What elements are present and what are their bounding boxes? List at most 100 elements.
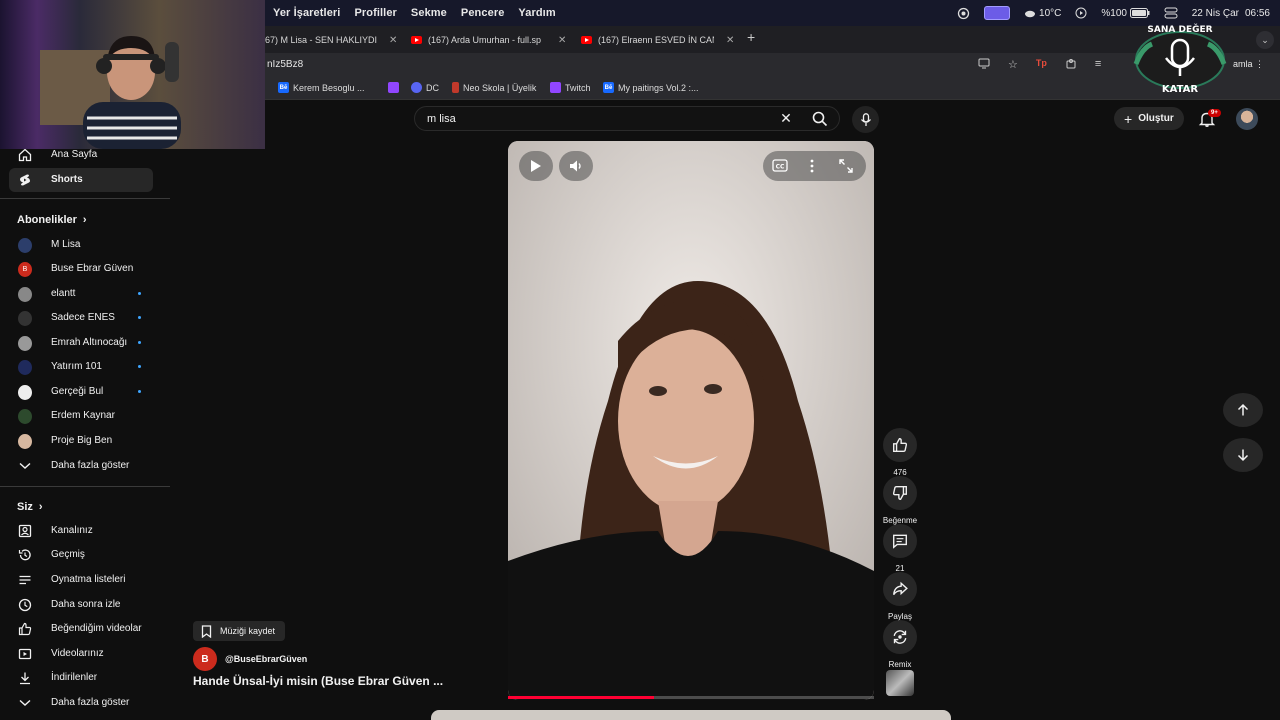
bookmark-twitch-unnamed[interactable] (388, 82, 399, 93)
menu-profiles[interactable]: Profiller (354, 7, 396, 19)
sidebar-item-label: Oynatma listeleri (51, 574, 126, 585)
clear-search-icon[interactable]: ✕ (771, 110, 801, 127)
like-action[interactable]: 476 (880, 428, 920, 477)
sidebar-item-label: Videolarınız (51, 648, 104, 659)
battery-widget[interactable]: %100 (1101, 8, 1150, 19)
tab-search-chevron-icon[interactable]: ⌄ (1256, 31, 1274, 49)
sidebar-item-your-channel[interactable]: Kanalınız (9, 519, 153, 543)
comments-button[interactable] (883, 524, 917, 558)
menu-help[interactable]: Yardım (518, 7, 555, 19)
bookmark-twitch[interactable]: Twitch (550, 82, 591, 93)
previous-short-button[interactable] (1223, 393, 1263, 427)
play-icon[interactable] (1075, 7, 1087, 19)
extension-tp-icon[interactable]: Tp (1036, 58, 1047, 73)
short-channel[interactable]: B @BuseEbrarGüven (193, 647, 307, 671)
remix-button[interactable] (883, 620, 917, 654)
sidebar-show-more-you[interactable]: Daha fazla göster (9, 691, 153, 715)
close-tab-icon[interactable]: ✕ (389, 35, 397, 46)
sidebar-item-subscription[interactable]: elantt (9, 282, 153, 306)
sidebar-item-history[interactable]: Geçmiş (9, 543, 153, 567)
sidebar-item-subscription[interactable]: B Buse Ebrar Güven (9, 257, 153, 281)
tab-arda-umurhan[interactable]: (167) Arda Umurhan - full.sp ✕ (411, 30, 573, 50)
sidebar-item-downloads[interactable]: İndirilenler (9, 666, 153, 690)
you-heading[interactable]: Siz › (17, 501, 43, 513)
menu-tab[interactable]: Sekme (411, 7, 447, 19)
next-short-preview[interactable] (431, 710, 951, 720)
comments-action[interactable]: 21 (880, 524, 920, 573)
sidebar-item-subscription[interactable]: Proje Big Ben (9, 429, 153, 453)
bookmark-kerem-besoglu[interactable]: Bē Kerem Besoglu ... (278, 82, 365, 93)
cast-icon[interactable] (978, 58, 990, 73)
menu-window[interactable]: Pencere (461, 7, 505, 19)
dislike-action[interactable]: Beğenme (880, 476, 920, 525)
save-music-button[interactable]: Müziği kaydet (193, 621, 286, 641)
weather-temp: 10°C (1039, 7, 1062, 19)
bookmark-dc[interactable]: DC (411, 82, 439, 93)
weather-widget[interactable]: 10°C (1024, 8, 1061, 19)
focus-icon[interactable] (957, 7, 970, 20)
youtube-favicon-icon (581, 36, 592, 44)
search-button[interactable] (801, 107, 839, 130)
sidebar-item-subscription[interactable]: Gerçeği Bul (9, 380, 153, 404)
tab-m-lisa[interactable]: 67) M Lisa - SEN HAKLIYDI ✕ (265, 30, 401, 50)
tab-elraenn[interactable]: (167) Elraenn ESVED İN CAN ✕ (581, 30, 737, 50)
next-short-button[interactable] (1223, 438, 1263, 472)
input-source-icon[interactable] (984, 6, 1011, 20)
remix-action[interactable]: Remix (880, 620, 920, 669)
clock-date[interactable]: 22 Nis Çar (1192, 8, 1239, 19)
chevron-right-icon: › (38, 501, 43, 513)
sidebar-item-subscription[interactable]: Emrah Altınocağı (9, 331, 153, 355)
channel-handle[interactable]: @BuseEbrarGüven (225, 654, 307, 664)
share-button[interactable] (883, 572, 917, 606)
sidebar-item-shorts[interactable]: Shorts (9, 168, 153, 192)
shorts-video-player[interactable] (508, 141, 874, 700)
sidebar-item-your-videos[interactable]: Videolarınız (9, 642, 153, 666)
channel-avatar (18, 237, 32, 253)
sidebar-item-subscription[interactable]: Yatırım 101 (9, 355, 153, 379)
mute-button[interactable] (559, 151, 593, 181)
more-options-icon[interactable] (810, 159, 814, 176)
channel-avatar (18, 433, 32, 449)
search-input[interactable]: m lisa (427, 113, 771, 125)
sound-thumbnail[interactable] (886, 670, 914, 696)
close-tab-icon[interactable]: ✕ (558, 35, 566, 46)
like-button[interactable] (883, 428, 917, 462)
subscriptions-heading[interactable]: Abonelikler › (17, 214, 87, 226)
channel-avatar[interactable]: B (193, 647, 217, 671)
playlist-icon (18, 573, 32, 587)
sidebar-item-watch-later[interactable]: Daha sonra izle (9, 593, 153, 617)
url-text[interactable]: nIz5Bz8 (267, 59, 303, 70)
play-button[interactable] (519, 151, 553, 181)
close-tab-icon[interactable]: ✕ (726, 35, 734, 46)
shorts-icon (18, 173, 32, 187)
save-music-label: Müziği kaydet (220, 626, 276, 636)
account-avatar[interactable] (1236, 108, 1258, 130)
bookmark-my-paitings[interactable]: Bē My paitings Vol.2 :... (603, 82, 699, 93)
create-button[interactable]: + Oluştur (1114, 107, 1184, 130)
sidebar-show-more[interactable]: Daha fazla göster (9, 454, 153, 478)
sidebar-item-subscription[interactable]: Erdem Kaynar (9, 404, 153, 428)
microphone-icon (860, 112, 871, 126)
short-title[interactable]: Hande Ünsal-İyi misin (Buse Ebrar Güven … (193, 674, 443, 688)
sidebar-item-subscription[interactable]: Sadece ENES (9, 306, 153, 330)
sidebar-item-playlists[interactable]: Oynatma listeleri (9, 568, 153, 592)
extensions-puzzle-icon[interactable] (1065, 58, 1077, 73)
new-tab-icon[interactable]: + (747, 29, 755, 45)
bookmark-neo-skola[interactable]: Neo Skola | Üyelik (452, 82, 536, 93)
voice-search-button[interactable] (852, 106, 879, 133)
fullscreen-icon[interactable] (839, 159, 853, 176)
video-top-controls: CC (763, 151, 866, 181)
captions-icon[interactable]: CC (772, 159, 788, 175)
video-progress-bar[interactable] (508, 696, 874, 699)
share-action[interactable]: Paylaş (880, 572, 920, 621)
reading-list-icon[interactable]: ≡ (1095, 58, 1101, 73)
sidebar-item-liked-videos[interactable]: Beğendiğim videolar (9, 617, 153, 641)
menu-bookmarks[interactable]: Yer İşaretleri (273, 7, 340, 19)
clock-time[interactable]: 06:56 (1245, 8, 1270, 19)
star-icon[interactable]: ☆ (1008, 58, 1018, 73)
search-box[interactable]: m lisa ✕ (414, 106, 840, 131)
dislike-button[interactable] (883, 476, 917, 510)
tab-title: (167) Elraenn ESVED İN CAN (598, 35, 714, 45)
channel-avatar (18, 310, 32, 326)
sidebar-item-subscription[interactable]: M Lisa (9, 233, 153, 257)
